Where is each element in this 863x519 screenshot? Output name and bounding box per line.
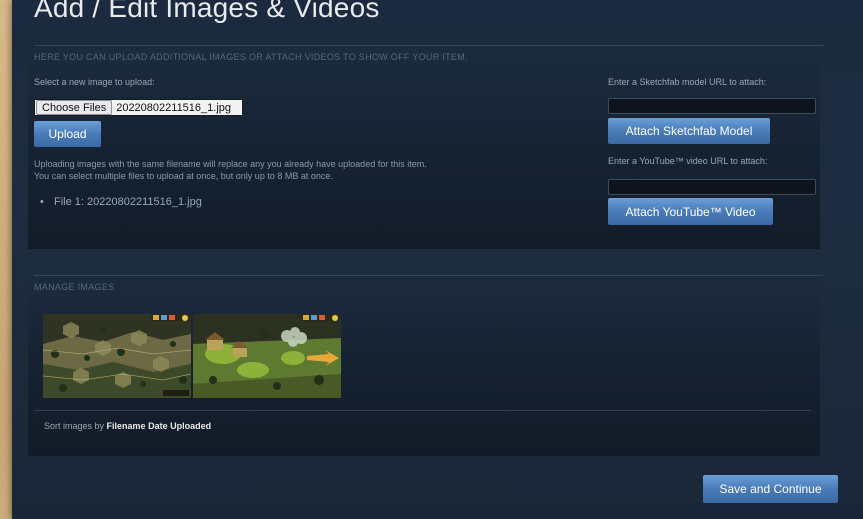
thumbnail-image — [43, 314, 191, 398]
youtube-label: Enter a YouTube™ video URL to attach: — [608, 156, 768, 166]
upload-section-heading: HERE YOU CAN UPLOAD ADDITIONAL IMAGES OR… — [34, 52, 468, 62]
file-list-item-label: File 1: 20220802211516_1.jpg — [54, 196, 202, 208]
sort-images-row: Sort images by Filename Date Uploaded — [44, 421, 211, 431]
attach-youtube-button[interactable]: Attach YouTube™ Video — [608, 198, 773, 225]
sort-by-filename-link[interactable]: Filename — [107, 421, 146, 431]
youtube-url-input[interactable] — [608, 179, 816, 195]
upload-hint-line-1: Uploading images with the same filename … — [34, 159, 427, 169]
sketchfab-url-input[interactable] — [608, 98, 816, 114]
manage-images-heading: MANAGE IMAGES — [34, 282, 115, 292]
select-image-label: Select a new image to upload: — [34, 77, 155, 87]
file-list-item: • File 1: 20220802211516_1.jpg — [40, 196, 202, 208]
divider — [34, 410, 811, 411]
screenshot-thumbnail-2[interactable] — [193, 314, 341, 398]
sort-by-date-uploaded-link[interactable]: Date Uploaded — [148, 421, 211, 431]
attach-sketchfab-button[interactable]: Attach Sketchfab Model — [608, 118, 770, 144]
bullet-icon: • — [40, 196, 44, 208]
thumbnail-image — [193, 314, 341, 398]
file-input[interactable]: Choose Files 20220802211516_1.jpg — [34, 99, 243, 116]
upload-button[interactable]: Upload — [34, 121, 101, 147]
sort-prefix: Sort images by — [44, 421, 105, 431]
page-title: Add / Edit Images & Videos — [34, 0, 380, 23]
choose-files-button[interactable]: Choose Files — [36, 100, 113, 115]
selected-filename: 20220802211516_1.jpg — [116, 101, 232, 114]
save-and-continue-button[interactable]: Save and Continue — [703, 475, 838, 503]
content-panel: Add / Edit Images & Videos HERE YOU CAN … — [12, 0, 863, 519]
sketchfab-label: Enter a Sketchfab model URL to attach: — [608, 77, 767, 87]
upload-hint-line-2: You can select multiple files to upload … — [34, 171, 333, 181]
screenshot-thumbnail-1[interactable] — [43, 314, 191, 398]
